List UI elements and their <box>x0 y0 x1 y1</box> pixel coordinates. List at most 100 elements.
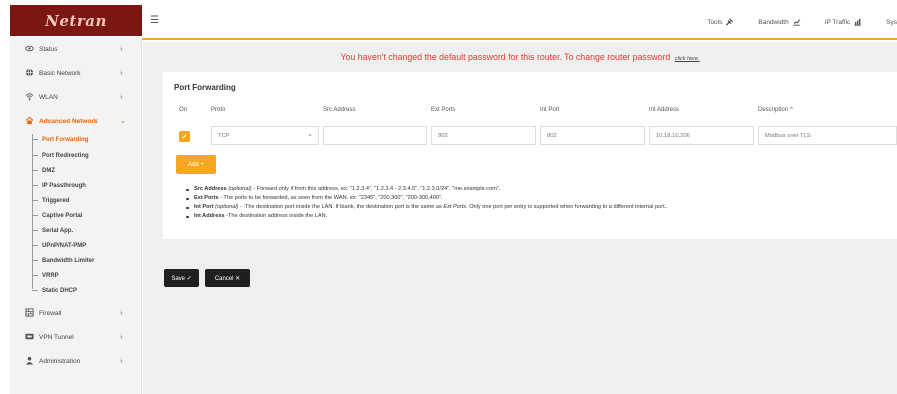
note-src-address: Src Address (optional) - Forward only if… <box>186 185 886 194</box>
top-nav: Tools Bandwidth IP Traffic Sys <box>683 18 897 26</box>
proto-value: TCP <box>218 133 230 139</box>
default-password-alert: You haven't changed the default password… <box>143 52 897 62</box>
chevron-right-icon: › <box>120 333 123 341</box>
logo[interactable]: Netran <box>10 5 142 36</box>
sub-label: Bandwidth Limiter <box>42 257 95 264</box>
int-address-input[interactable]: 10.18.10.206 <box>649 126 754 145</box>
sidebar-subitem-static-dhcp[interactable]: Static DHCP <box>32 285 77 296</box>
tools-icon <box>726 18 734 26</box>
network-icon <box>25 116 34 125</box>
ext-ports-input[interactable]: 802 <box>431 126 536 145</box>
sidebar-subitem-port-redirecting[interactable]: Port Redirecting <box>32 150 89 161</box>
sub-label: Captive Portal <box>42 212 83 219</box>
note-int-port: Int Port (optional) - .The destination p… <box>186 203 886 212</box>
sub-label: IP Passthrough <box>42 182 86 189</box>
sidebar-subitem-serial-app[interactable]: Serial App. <box>32 225 73 236</box>
sidebar-subitem-bandwidth-limiter[interactable]: Bandwidth Limiter <box>32 255 94 266</box>
chevron-right-icon: › <box>120 45 123 53</box>
row-enabled-checkbox[interactable]: ✓ <box>179 131 190 142</box>
top-nav-tools[interactable]: Tools <box>707 18 734 26</box>
sidebar-subitem-vrrp[interactable]: VRRP <box>32 270 59 281</box>
sub-label: UPnP/NAT-PMP <box>42 242 87 249</box>
chevron-down-icon: ⌄ <box>307 131 313 138</box>
column-header-int-port: Int Port <box>540 107 560 113</box>
sidebar-item-label: Basic Network <box>39 69 81 77</box>
sidebar-subitem-upnp[interactable]: UPnP/NAT-PMP <box>32 240 86 251</box>
sub-label: Triggered <box>42 197 70 204</box>
sidebar-item-status[interactable]: Status › <box>10 42 142 56</box>
help-notes: Src Address (optional) - Forward only if… <box>186 185 886 221</box>
sub-label: VRRP <box>42 272 59 279</box>
sidebar-item-label: Firewall <box>39 309 62 317</box>
sidebar-item-label: VPN Tunnel <box>39 333 74 341</box>
sidebar-item-advanced-network[interactable]: Advanced Network ⌄ <box>10 114 142 128</box>
top-nav-tools-label: Tools <box>707 18 723 26</box>
sidebar-item-basic-network[interactable]: Basic Network › <box>10 66 142 80</box>
save-button[interactable]: Save ✓ <box>164 269 199 287</box>
top-nav-bandwidth[interactable]: Bandwidth <box>758 18 800 26</box>
note-ext-ports: Ext Ports - The ports to be forwarded, a… <box>186 194 886 203</box>
sub-label: Port Redirecting <box>42 152 89 159</box>
sub-label: Serial App. <box>42 227 74 234</box>
sidebar-item-label: Status <box>39 45 58 53</box>
chevron-right-icon: › <box>120 69 123 77</box>
chevron-down-icon: ⌄ <box>120 118 126 125</box>
sub-label: Static DHCP <box>42 287 78 294</box>
globe-icon <box>25 68 34 77</box>
proto-select[interactable]: TCP ⌄ <box>211 126 319 145</box>
column-header-ext-ports: Ext Ports <box>431 107 456 113</box>
admin-icon <box>25 356 34 365</box>
traffic-chart-icon <box>854 18 861 26</box>
sidebar-item-firewall[interactable]: Firewall › <box>10 306 142 320</box>
chevron-right-icon: › <box>120 309 123 317</box>
int-port-input[interactable]: 802 <box>540 126 645 145</box>
card-title: Port Forwarding <box>174 83 236 92</box>
hamburger-icon[interactable]: ☰ <box>150 15 159 26</box>
chevron-right-icon: › <box>120 357 123 365</box>
src-address-input[interactable] <box>323 126 427 145</box>
column-header-description-label: Description <box>758 107 789 113</box>
column-header-src-address: Src Address <box>323 107 356 113</box>
note-int-address: Int Address -The destination address ins… <box>186 212 886 221</box>
sidebar-item-label: WLAN <box>39 93 58 101</box>
column-header-int-address: Int Address <box>649 107 680 113</box>
top-nav-system-label: Sys <box>886 18 897 26</box>
sidebar: Status › Basic Network › WLAN › Advanced… <box>10 37 142 394</box>
add-rule-button[interactable]: Add + <box>176 155 216 174</box>
sub-label: DMZ <box>42 167 55 174</box>
sidebar-item-wlan[interactable]: WLAN › <box>10 90 142 104</box>
sidebar-subitem-dmz[interactable]: DMZ <box>32 165 55 176</box>
sidebar-subitem-captive-portal[interactable]: Captive Portal <box>32 210 82 221</box>
sidebar-subitem-triggered[interactable]: Triggered <box>32 195 69 206</box>
port-forwarding-card: Port Forwarding On Proto Src Address Ext… <box>163 72 897 239</box>
top-nav-bandwidth-label: Bandwidth <box>758 18 789 26</box>
sidebar-item-label: Advanced Network <box>39 117 98 125</box>
sidebar-subitem-ip-passthrough[interactable]: IP Passthrough <box>32 180 86 191</box>
sidebar-item-vpn-tunnel[interactable]: VPN Tunnel › <box>10 330 142 344</box>
sidebar-item-label: Administration <box>39 357 81 365</box>
sort-caret-icon: ^ <box>790 107 793 113</box>
sub-label: Port Forwarding <box>42 136 89 143</box>
main-content: You haven't changed the default password… <box>143 42 897 394</box>
top-bar: ☰ Tools Bandwidth IP Traffic Sys <box>142 5 897 40</box>
top-nav-system[interactable]: Sys <box>886 18 897 26</box>
wifi-icon <box>25 93 34 101</box>
column-header-description[interactable]: Description ^ <box>758 107 793 113</box>
sidebar-item-administration[interactable]: Administration › <box>10 354 142 368</box>
firewall-icon <box>25 308 34 317</box>
bandwidth-chart-icon <box>793 19 800 26</box>
column-header-proto: Proto <box>211 107 226 113</box>
cancel-button[interactable]: Cancel ✕ <box>205 269 250 287</box>
change-password-link[interactable]: click here. <box>675 56 700 62</box>
top-nav-ip-traffic[interactable]: IP Traffic <box>825 18 862 26</box>
chevron-right-icon: › <box>120 93 123 101</box>
logo-text: Netran <box>45 11 107 30</box>
alert-text: You haven't changed the default password… <box>340 52 671 62</box>
vpn-icon <box>25 333 34 340</box>
check-icon: ✓ <box>181 133 188 141</box>
top-nav-ip-traffic-label: IP Traffic <box>824 18 851 26</box>
sidebar-subitem-port-forwarding[interactable]: Port Forwarding <box>32 134 88 145</box>
eye-icon <box>25 45 34 52</box>
description-input[interactable]: Modbus over TLS <box>758 126 897 145</box>
column-header-on: On <box>179 107 188 113</box>
